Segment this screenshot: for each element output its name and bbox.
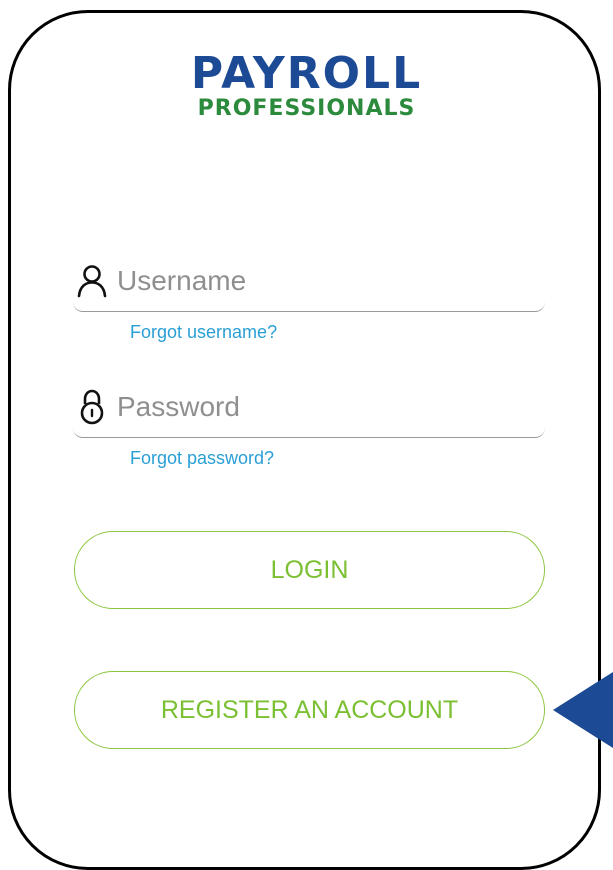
password-input[interactable] (117, 390, 517, 423)
register-account-button[interactable]: REGISTER AN ACCOUNT (74, 671, 545, 749)
lock-icon (77, 387, 107, 427)
logo-line-1: PAYROLL (190, 48, 423, 99)
payroll-professionals-logo: PAYROLL PROFESSIONALS (0, 52, 613, 122)
pointer-arrow-icon (553, 672, 613, 748)
password-field[interactable] (73, 376, 545, 438)
login-button[interactable]: LOGIN (74, 531, 545, 609)
forgot-username-link[interactable]: Forgot username? (130, 322, 277, 343)
user-icon (77, 261, 107, 301)
username-field[interactable] (73, 250, 545, 312)
logo-line-2: PROFESSIONALS (197, 96, 416, 121)
username-input[interactable] (117, 264, 517, 297)
forgot-password-link[interactable]: Forgot password? (130, 448, 274, 469)
